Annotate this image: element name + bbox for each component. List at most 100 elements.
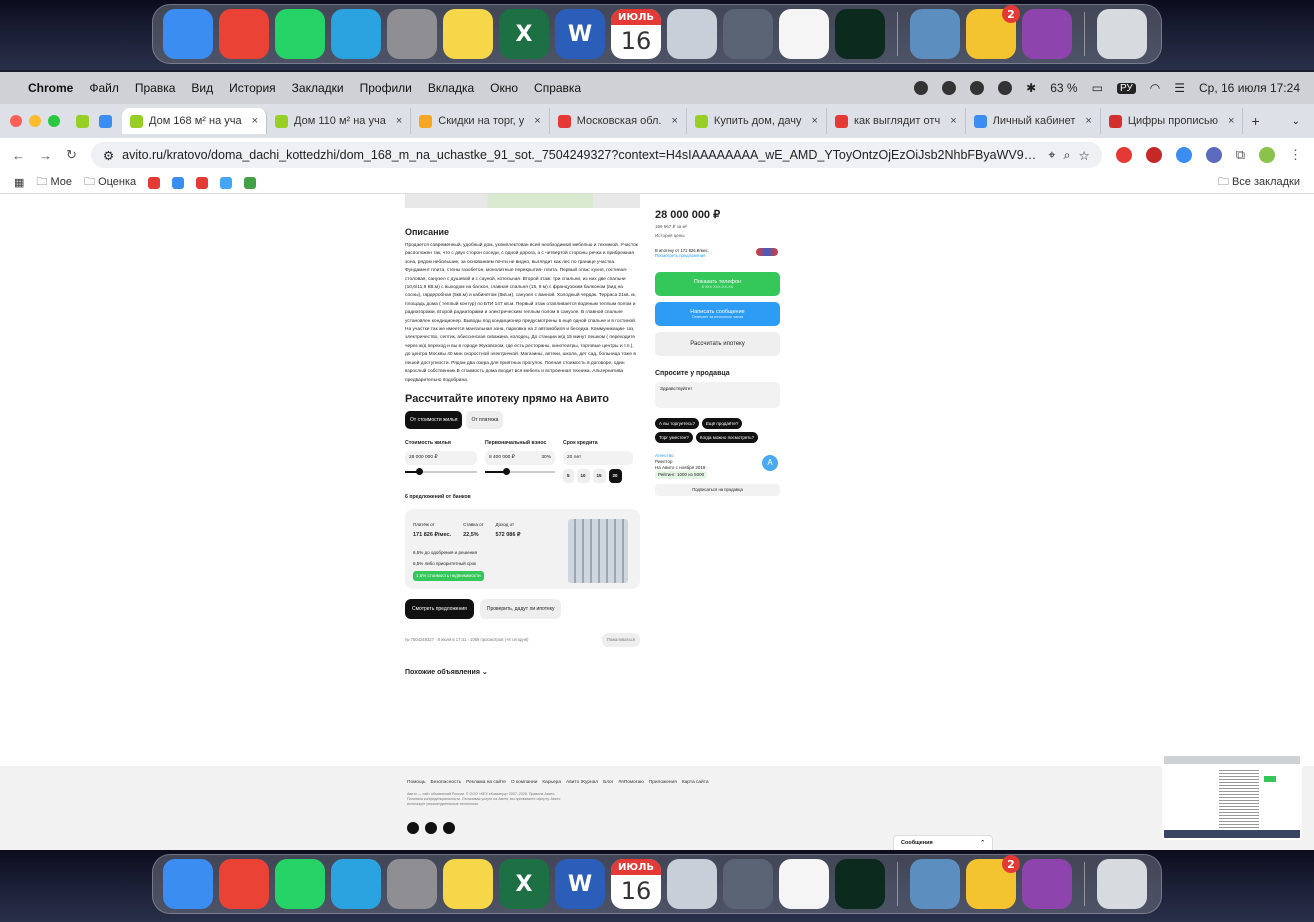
browser-tab[interactable]: Московская обл. × <box>550 108 687 134</box>
extensions-puzzle-icon[interactable]: ⧉ <box>1236 147 1245 163</box>
all-bookmarks[interactable]: 🗀 Все закладки <box>1218 173 1300 192</box>
site-info-icon[interactable]: ⚙ <box>103 148 114 163</box>
down-slider[interactable] <box>485 467 555 475</box>
profile-avatar[interactable] <box>1259 147 1275 163</box>
bookmark-folder-moe[interactable]: 🗀 Мое <box>36 173 72 192</box>
reload-icon[interactable]: ↻ <box>66 147 77 163</box>
chatgpt-icon[interactable] <box>779 859 829 909</box>
browser-tab[interactable]: Дом 168 м² на уча × <box>122 108 268 134</box>
footer-link[interactable]: Карьера <box>542 780 561 785</box>
tab-close-icon[interactable]: × <box>396 115 402 127</box>
launchpad-icon[interactable] <box>667 859 717 909</box>
menu-history[interactable]: История <box>229 81 276 95</box>
write-message-button[interactable]: Написать сообщение Отвечает за несколько… <box>655 302 780 326</box>
chrome-icon[interactable] <box>219 859 269 909</box>
close-window-button[interactable] <box>10 115 22 127</box>
extension-icon[interactable] <box>1205 147 1222 163</box>
word-icon[interactable]: W <box>555 859 605 909</box>
see-offers-button[interactable]: Смотреть предложения <box>405 598 474 619</box>
tab-close-icon[interactable]: × <box>1085 115 1091 127</box>
bookmark-icon[interactable] <box>172 176 185 189</box>
tab-close-icon[interactable]: × <box>1228 115 1234 127</box>
browser-tab[interactable]: Дом 110 м² на уча × <box>267 108 412 134</box>
footer-link[interactable]: #яПомогаю <box>618 780 643 785</box>
menu-edit[interactable]: Правка <box>135 81 176 95</box>
menu-app-name[interactable]: Chrome <box>28 81 73 95</box>
footer-link[interactable]: Приложения <box>649 780 677 785</box>
price-slider[interactable] <box>405 467 477 475</box>
chatgpt-status-icon[interactable] <box>942 81 957 95</box>
term-preset[interactable]: 5 <box>563 468 574 483</box>
bookmark-icon[interactable] <box>148 176 161 189</box>
trash-icon[interactable] <box>1097 859 1147 909</box>
extension-icon[interactable] <box>1115 147 1132 163</box>
bookmark-star-icon[interactable]: ☆ <box>1078 148 1089 163</box>
footer-link[interactable]: Карта сайта <box>682 780 709 785</box>
location-status-icon[interactable] <box>998 81 1013 95</box>
show-phone-button[interactable]: Показать телефон 8 9XX XXX-XX-XX <box>655 272 780 296</box>
chrome-icon[interactable] <box>219 9 269 59</box>
similar-listings-link[interactable]: Похожие объявления ⌄ <box>405 669 640 677</box>
price-history-link[interactable]: История цены <box>655 233 780 238</box>
quick-question-chip[interactable]: Ещё продаёте? <box>701 418 743 429</box>
mode-by-payment[interactable]: От платежа <box>466 410 504 429</box>
messages-widget[interactable]: Сообщения ⌃ <box>893 835 993 850</box>
control-center-icon[interactable]: ☰ <box>1174 81 1185 95</box>
bank-offer-card[interactable]: Платёж от 171 826 ₽/мес. Ставка от 22,5% Д… <box>405 508 640 589</box>
downloads-icon[interactable]: 2 <box>966 5 1020 59</box>
ok-icon[interactable] <box>425 822 437 834</box>
finder-icon[interactable] <box>163 859 213 909</box>
excel-icon[interactable]: X <box>499 859 549 909</box>
youtube-icon[interactable] <box>443 822 455 834</box>
input-language[interactable]: РУ <box>1116 82 1136 94</box>
zoom-window-button[interactable] <box>48 115 60 127</box>
back-icon[interactable]: ← <box>12 148 25 163</box>
new-tab-button[interactable]: + <box>1251 113 1259 129</box>
footer-link[interactable]: Реклама на сайте <box>466 780 506 785</box>
minimize-window-button[interactable] <box>29 115 41 127</box>
seller-card[interactable]: Агенство Риелтор На Авито с ноября 2019 … <box>655 453 780 496</box>
downloads-icon[interactable]: 2 <box>966 855 1020 909</box>
notes-icon[interactable] <box>443 859 493 909</box>
complain-button[interactable]: Пожаловаться <box>601 632 640 647</box>
term-preset[interactable]: 15 <box>592 468 606 483</box>
screenshot-thumbnail[interactable] <box>1162 754 1302 840</box>
quick-question-chip[interactable]: Торг уместен? <box>655 432 693 443</box>
menu-tab[interactable]: Вкладка <box>428 81 474 95</box>
app-dark-icon[interactable] <box>835 859 885 909</box>
iphone-mirroring-icon[interactable] <box>723 9 773 59</box>
iphone-mirroring-icon[interactable] <box>723 859 773 909</box>
notes-icon[interactable] <box>443 9 493 59</box>
term-input[interactable]: 20 лет <box>563 450 633 465</box>
wifi-icon[interactable]: ◠ <box>1150 81 1160 95</box>
browser-tab[interactable]: Личный кабинет × <box>966 108 1101 134</box>
zoom-icon[interactable]: ⌕ <box>1063 148 1070 163</box>
chevron-up-icon[interactable]: ⌃ <box>980 840 985 846</box>
down-input[interactable]: 8 400 000 ₽ 30% <box>485 450 555 465</box>
url-text[interactable]: avito.ru/kratovo/doma_dachi_kottedzhi/do… <box>122 148 1040 162</box>
footer-link[interactable]: Безопасность <box>431 780 462 785</box>
apps-grid-icon[interactable]: ▦ <box>14 176 24 189</box>
app-dark-icon[interactable] <box>835 9 885 59</box>
excel-icon[interactable]: X <box>499 9 549 59</box>
mortgage-teaser[interactable]: В ипотеку от 171 826 ₽/мес. Посмотреть п… <box>655 248 780 258</box>
status-app-icon[interactable] <box>914 81 929 95</box>
telegram-icon[interactable] <box>331 9 381 59</box>
mode-by-price[interactable]: От стоимости жилья <box>405 410 463 429</box>
bookmark-folder-otsenka[interactable]: 🗀 Оценка <box>84 173 136 192</box>
battery-percent[interactable]: 63 % <box>1050 81 1077 95</box>
calendar-icon[interactable]: ИЮЛЬ 16 <box>611 859 661 909</box>
footer-link[interactable]: О компании <box>511 780 537 785</box>
menu-profiles[interactable]: Профили <box>360 81 412 95</box>
pinned-tab-avito[interactable] <box>76 114 89 128</box>
bookmark-icon[interactable] <box>220 176 233 189</box>
browser-tab[interactable]: Купить дом, дачу × <box>687 108 827 134</box>
location-icon[interactable]: ⌖ <box>1048 148 1055 163</box>
seller-avatar[interactable]: A <box>762 455 778 471</box>
quick-question-chip[interactable]: Когда можно посмотреть? <box>695 432 759 443</box>
subscribe-seller-button[interactable]: Подписаться на продавца <box>655 484 780 496</box>
whatsapp-icon[interactable] <box>275 9 325 59</box>
footer-link[interactable]: Помощь <box>407 780 426 785</box>
browser-tab[interactable]: Цифры прописью × <box>1101 108 1244 134</box>
footer-link[interactable]: Блог <box>603 780 613 785</box>
